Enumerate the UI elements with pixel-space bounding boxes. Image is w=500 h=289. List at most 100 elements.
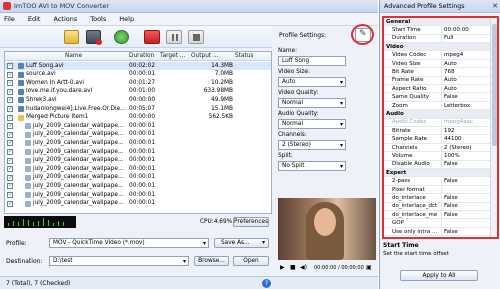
property-row[interactable]: Zoom Letterbox [384, 102, 492, 111]
property-value[interactable] [441, 220, 444, 229]
video-size-select[interactable]: Auto [278, 77, 346, 87]
table-row[interactable]: july_2009_calendar_wallpape... 00:00:01 [5, 139, 271, 147]
row-checkbox[interactable] [7, 191, 13, 198]
col-status[interactable]: Status [235, 53, 253, 59]
table-row[interactable]: Women In Artt-0.avi 00:01:27 10.2MB [5, 79, 271, 87]
table-row[interactable]: july_2009_calendar_wallpape... 00:00:01 [5, 174, 271, 182]
menu-edit[interactable]: Edit [28, 15, 41, 23]
table-row[interactable]: july_2009_calendar_wallpape... 00:00:01 [5, 148, 271, 156]
property-row[interactable]: Aspect Ratio Auto [384, 85, 492, 94]
property-row[interactable]: Audio Codec mpeg4aac [384, 119, 492, 128]
property-value[interactable]: Auto [441, 77, 457, 86]
play-icon[interactable]: ▶ [280, 264, 285, 271]
menu-tools[interactable]: Tools [90, 15, 106, 23]
property-value[interactable]: Auto [441, 85, 457, 94]
row-checkbox[interactable] [7, 165, 13, 173]
channels-select[interactable]: 2 (Stereo) [278, 140, 346, 150]
volume-icon[interactable]: ◀) [300, 264, 307, 271]
table-row[interactable]: july_2009_calendar_wallpape... 00:00:01 [5, 200, 271, 208]
table-row[interactable]: july_2009_calendar_wallpape... 00:00:01 [5, 182, 271, 190]
close-icon[interactable]: ✕ [492, 0, 498, 13]
open-button[interactable]: Open [233, 256, 269, 266]
snapshot-icon[interactable]: ▣ [366, 264, 372, 271]
property-category[interactable]: Audio [384, 110, 492, 119]
property-row[interactable]: Duration Full [384, 35, 492, 44]
pause-icon[interactable] [166, 30, 182, 44]
property-row[interactable]: Channels 2 (Stereo) [384, 144, 492, 153]
property-value[interactable]: False [441, 161, 458, 170]
table-row[interactable]: july_2009_calendar_wallpape... 00:00:01 [5, 191, 271, 199]
property-value[interactable]: False [441, 94, 458, 103]
stop-play-icon[interactable]: ■ [290, 264, 296, 271]
row-checkbox[interactable] [7, 122, 13, 130]
property-category[interactable]: Expert [384, 169, 492, 178]
row-checkbox[interactable] [7, 148, 13, 155]
row-checkbox[interactable] [7, 182, 13, 190]
row-checkbox[interactable] [7, 62, 13, 69]
audio-quality-select[interactable]: Normal [278, 119, 346, 129]
property-row[interactable]: Sample Rate 44100 [384, 136, 492, 145]
row-checkbox[interactable] [7, 79, 13, 87]
property-row[interactable]: Video Size Auto [384, 60, 492, 69]
convert-icon[interactable] [114, 30, 129, 44]
property-value[interactable]: Letterbox [441, 102, 470, 111]
table-row[interactable]: hudanlongwei4].Live.Free.Or.Die...00:05:… [5, 105, 271, 113]
property-value[interactable]: 192 [441, 127, 455, 136]
property-row[interactable]: GOP [384, 220, 492, 229]
help-icon[interactable]: ? [262, 279, 271, 288]
row-checkbox[interactable] [7, 88, 13, 95]
property-row[interactable]: Use only intra ... False [384, 228, 492, 237]
property-row[interactable]: Bitrate 192 [384, 127, 492, 136]
property-value[interactable]: 44100 [441, 136, 462, 145]
property-value[interactable]: False [441, 211, 458, 220]
property-value[interactable]: False [441, 194, 458, 203]
property-value[interactable]: 100% [441, 152, 460, 161]
col-output[interactable]: Output ... [191, 53, 219, 59]
property-value[interactable] [441, 186, 444, 195]
property-grid-scrollbar[interactable] [490, 18, 497, 237]
property-row[interactable]: Frame Rate Auto [384, 77, 492, 86]
row-checkbox[interactable] [7, 157, 13, 164]
property-row[interactable]: 2-pass False [384, 178, 492, 187]
row-checkbox[interactable] [7, 131, 13, 138]
property-value[interactable]: Auto [441, 60, 457, 69]
preferences-button[interactable]: Preferences [233, 217, 269, 227]
property-row[interactable]: Pixel format [384, 186, 492, 195]
col-target[interactable]: Target ... [160, 53, 185, 59]
add-folder-icon[interactable] [86, 30, 102, 45]
property-value[interactable]: 2 (Stereo) [441, 144, 471, 153]
record-icon[interactable] [144, 30, 160, 44]
col-duration[interactable]: Duration [129, 53, 154, 59]
add-file-icon[interactable] [64, 30, 79, 44]
property-category[interactable]: General [384, 18, 492, 27]
col-name[interactable]: Name [65, 53, 82, 59]
apply-to-all-button[interactable]: Apply to All [400, 270, 478, 281]
split-select[interactable]: No Split [278, 161, 346, 171]
table-row[interactable]: Shrek3.avi 00:00:00 49.9MB [5, 96, 271, 104]
menu-actions[interactable]: Actions [53, 15, 77, 23]
property-row[interactable]: Video Codec mpeg4 [384, 52, 492, 61]
row-checkbox[interactable] [7, 139, 13, 147]
property-row[interactable]: Start Time 00:00:00 [384, 26, 492, 35]
property-value[interactable]: False [441, 178, 458, 187]
table-row[interactable]: Luff Song.avi 00:02:02 14.3MB [5, 62, 271, 70]
file-list[interactable]: Name Duration Target ... Output ... Stat… [4, 51, 272, 214]
property-value[interactable]: False [441, 228, 458, 237]
property-row[interactable]: do_interlace_me False [384, 211, 492, 220]
property-category[interactable]: Video [384, 43, 492, 52]
property-row[interactable]: do_interlace_dct False [384, 203, 492, 212]
property-value[interactable]: mpeg4aac [441, 119, 473, 128]
property-value[interactable]: 00:00:00 [441, 26, 469, 35]
name-field[interactable]: Luff Song [278, 56, 346, 66]
table-row[interactable]: love.me.if.you.dare.avi 00:01:00 633.98MB [5, 88, 271, 96]
row-checkbox[interactable] [7, 200, 13, 207]
video-quality-select[interactable]: Normal [278, 98, 346, 108]
property-row[interactable]: Same Quality False [384, 94, 492, 103]
property-value[interactable]: 768 [441, 68, 455, 77]
row-checkbox[interactable] [7, 71, 13, 78]
scroll-thumb[interactable] [492, 24, 497, 146]
row-checkbox[interactable] [7, 105, 13, 112]
table-row[interactable]: july_2009_calendar_wallpape... 00:00:01 [5, 131, 271, 139]
property-value[interactable]: False [441, 203, 458, 212]
destination-select[interactable]: D:\test [49, 256, 189, 266]
